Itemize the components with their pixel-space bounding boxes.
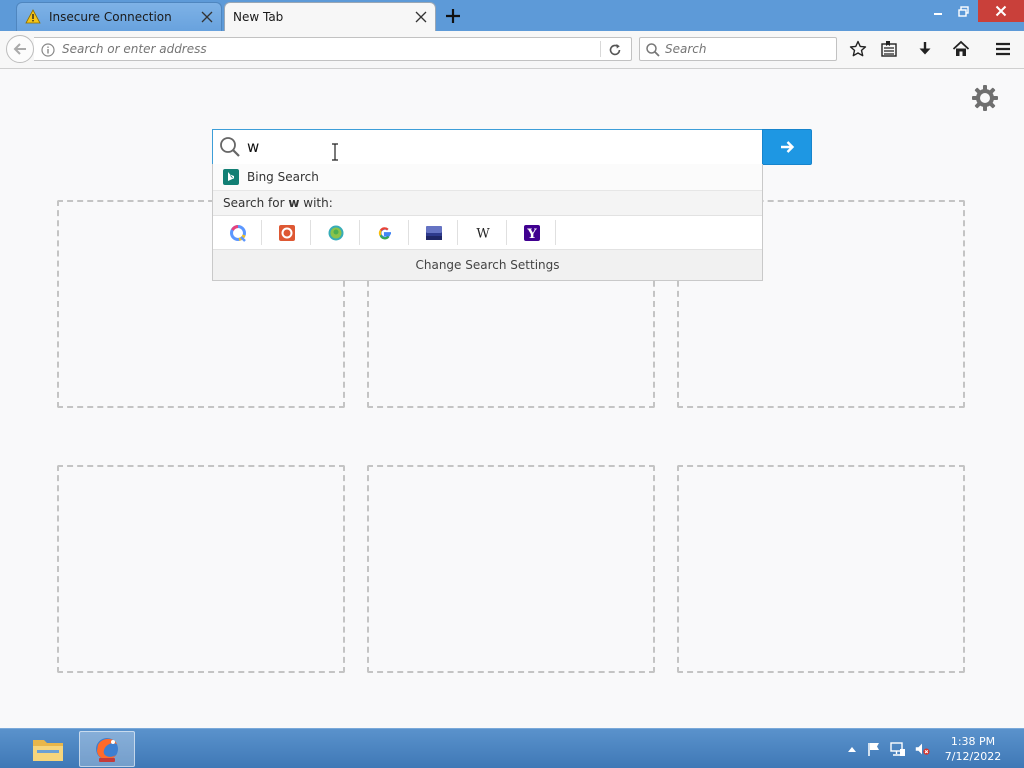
close-tab-icon[interactable]: [413, 9, 429, 25]
gear-icon[interactable]: [970, 83, 1000, 113]
duckduckgo-icon[interactable]: [263, 220, 311, 245]
address-input[interactable]: [62, 40, 602, 58]
search-for-term: w: [288, 196, 300, 210]
search-icon: [645, 42, 661, 58]
search-engine-row: W Y: [213, 216, 762, 250]
svg-text:W: W: [476, 226, 490, 241]
empty-tile: [367, 465, 655, 673]
qwant-icon[interactable]: [214, 220, 262, 245]
bookmarks-menu-button[interactable]: [876, 37, 902, 61]
search-bar[interactable]: [639, 37, 837, 61]
action-center-flag-icon[interactable]: [866, 741, 882, 757]
startpage-icon[interactable]: [410, 220, 458, 245]
new-tab-button[interactable]: [442, 5, 464, 27]
back-button[interactable]: [6, 35, 34, 63]
reload-icon[interactable]: [606, 41, 624, 59]
taskbar: 1:38 PM 7/12/2022: [0, 728, 1024, 768]
info-icon[interactable]: [41, 42, 55, 57]
warning-icon: [25, 9, 41, 25]
network-icon[interactable]: [890, 741, 906, 757]
change-search-settings-button[interactable]: Change Search Settings: [213, 250, 762, 280]
search-for-suffix: with:: [299, 196, 333, 210]
restore-button[interactable]: [952, 0, 974, 22]
close-tab-icon[interactable]: [199, 9, 215, 25]
address-bar[interactable]: [34, 37, 632, 61]
newtab-search-input[interactable]: [247, 137, 747, 157]
tab-new-tab[interactable]: New Tab: [224, 2, 436, 31]
empty-tile: [677, 465, 965, 673]
system-clock[interactable]: 1:38 PM 7/12/2022: [940, 734, 1006, 764]
tab-insecure-connection[interactable]: Insecure Connection: [16, 2, 222, 31]
svg-text:Y: Y: [526, 227, 537, 242]
yahoo-icon[interactable]: Y: [508, 220, 556, 245]
text-cursor-icon: [331, 143, 339, 161]
close-window-button[interactable]: [978, 0, 1024, 22]
clock-date: 7/12/2022: [944, 750, 1002, 763]
show-hidden-icons-icon[interactable]: [844, 741, 860, 757]
ecosia-icon[interactable]: [312, 220, 360, 245]
wikipedia-icon[interactable]: W: [459, 220, 507, 245]
divider: [600, 41, 601, 57]
browser-taskbar-button[interactable]: [79, 731, 135, 767]
search-for-header: Search for w with:: [213, 191, 762, 216]
minimize-button[interactable]: [926, 0, 950, 22]
search-input[interactable]: [665, 40, 830, 58]
search-go-button[interactable]: [762, 129, 812, 165]
new-tab-page: Bing Search Search for w with: W: [0, 69, 1024, 728]
file-explorer-icon[interactable]: [20, 731, 76, 767]
empty-tile: [57, 465, 345, 673]
google-icon[interactable]: [361, 220, 409, 245]
search-suggestions-popup: Bing Search Search for w with: W Y Chang…: [212, 164, 763, 281]
bookmark-star-button[interactable]: [845, 37, 871, 61]
bing-icon: [223, 169, 239, 185]
newtab-search-box[interactable]: [212, 129, 763, 165]
volume-muted-icon[interactable]: [914, 741, 930, 757]
menu-hamburger-icon[interactable]: [990, 37, 1016, 61]
search-for-prefix: Search for: [223, 196, 289, 210]
tab-label: New Tab: [233, 10, 284, 24]
navigation-toolbar: [0, 31, 1024, 69]
clock-time: 1:38 PM: [950, 735, 996, 748]
tab-label: Insecure Connection: [49, 10, 172, 24]
title-bar: Insecure Connection New Tab: [0, 0, 1024, 31]
suggestion-item[interactable]: Bing Search: [213, 164, 762, 191]
home-button[interactable]: [948, 37, 974, 61]
suggestion-label: Bing Search: [247, 170, 319, 184]
search-icon: [219, 136, 241, 158]
downloads-button[interactable]: [912, 37, 938, 61]
